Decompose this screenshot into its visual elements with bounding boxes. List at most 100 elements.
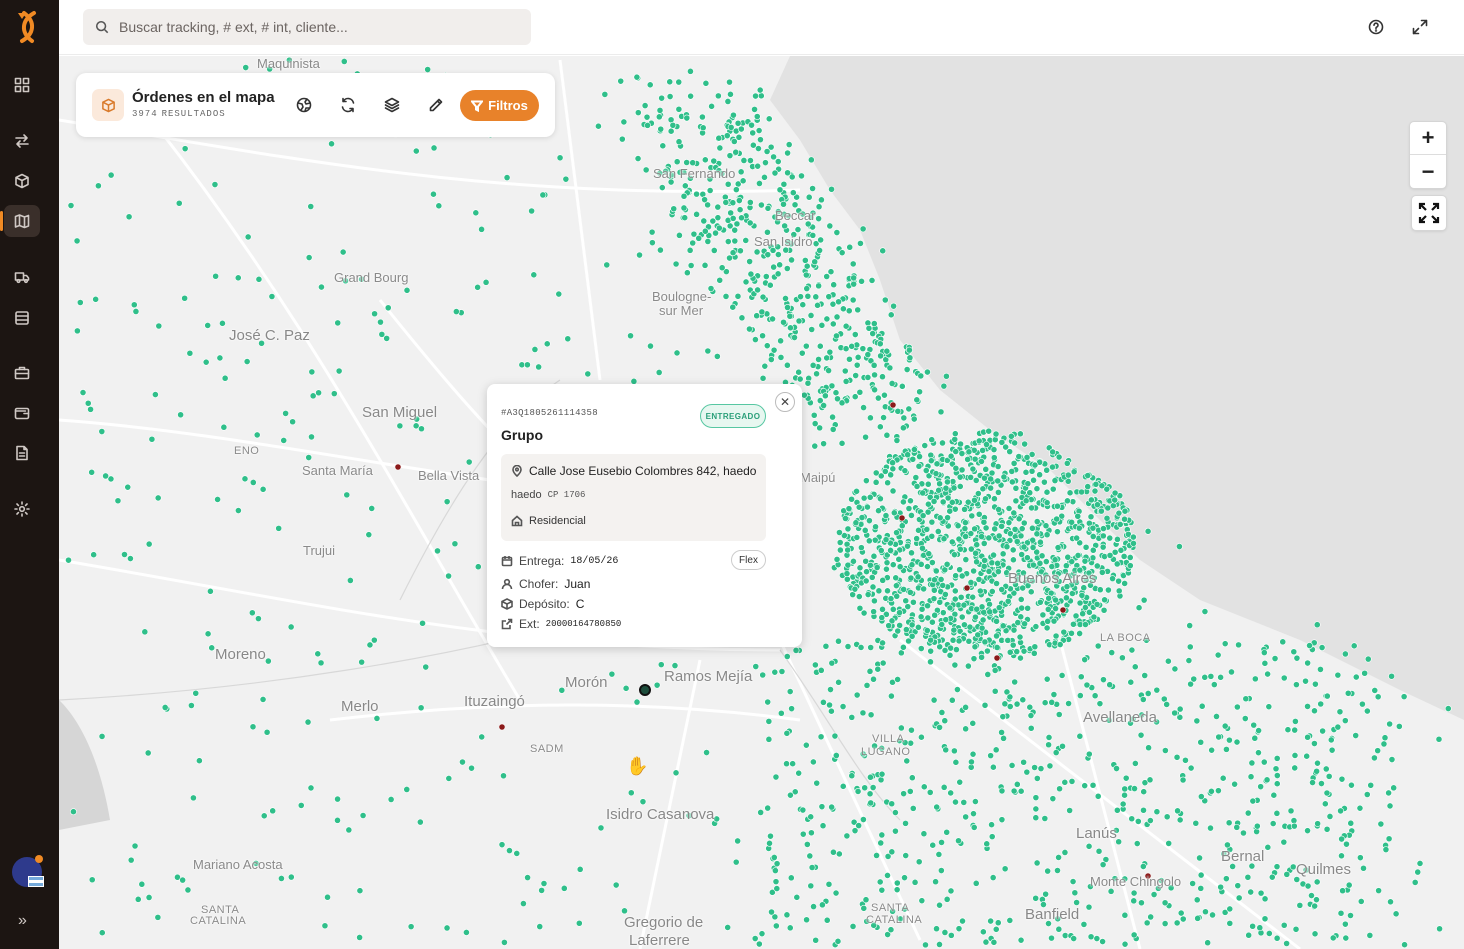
order-marker[interactable] — [1322, 765, 1330, 773]
order-marker[interactable] — [799, 806, 807, 814]
order-marker[interactable] — [1356, 804, 1364, 812]
order-marker[interactable] — [584, 370, 592, 378]
order-marker[interactable] — [886, 364, 894, 372]
order-marker[interactable] — [802, 271, 810, 279]
order-marker[interactable] — [957, 593, 965, 601]
order-marker[interactable] — [729, 249, 737, 257]
order-marker[interactable] — [535, 363, 543, 371]
order-marker[interactable] — [622, 684, 630, 692]
order-marker[interactable] — [608, 670, 616, 678]
order-marker[interactable] — [324, 893, 331, 901]
order-marker[interactable] — [1048, 934, 1055, 942]
order-marker[interactable] — [839, 305, 847, 313]
order-marker[interactable] — [1336, 708, 1344, 716]
order-marker[interactable] — [851, 393, 859, 401]
order-marker[interactable] — [859, 816, 867, 823]
order-marker[interactable] — [888, 800, 896, 808]
order-marker[interactable] — [575, 919, 583, 927]
order-marker[interactable] — [896, 621, 904, 629]
cluster-button[interactable] — [293, 94, 315, 116]
order-marker[interactable] — [961, 519, 969, 527]
order-marker[interactable] — [883, 431, 891, 439]
order-marker[interactable] — [878, 770, 886, 778]
order-marker[interactable] — [970, 810, 977, 818]
order-marker[interactable] — [889, 459, 897, 467]
order-marker[interactable] — [858, 514, 866, 521]
order-marker[interactable] — [1032, 623, 1040, 630]
order-marker[interactable] — [877, 839, 885, 847]
order-marker[interactable] — [895, 555, 903, 563]
order-marker[interactable] — [1111, 496, 1119, 504]
order-marker[interactable] — [979, 485, 987, 493]
order-marker[interactable] — [130, 301, 138, 309]
order-marker[interactable] — [1348, 781, 1355, 789]
order-marker[interactable] — [913, 482, 921, 490]
order-marker[interactable] — [1290, 822, 1298, 830]
order-marker[interactable] — [821, 392, 829, 400]
order-marker[interactable] — [763, 148, 771, 155]
order-marker[interactable] — [204, 322, 212, 329]
order-marker[interactable] — [950, 747, 958, 755]
order-marker[interactable] — [726, 152, 734, 160]
order-marker[interactable] — [1163, 813, 1171, 821]
order-marker[interactable] — [1075, 524, 1083, 532]
order-marker[interactable] — [815, 215, 823, 223]
order-marker[interactable] — [724, 924, 732, 931]
order-marker[interactable] — [1013, 538, 1021, 545]
order-marker[interactable] — [1122, 774, 1130, 782]
order-marker[interactable] — [702, 79, 710, 87]
order-marker[interactable] — [1371, 687, 1379, 694]
order-marker[interactable] — [330, 390, 338, 398]
order-marker[interactable] — [857, 644, 865, 651]
order-marker[interactable] — [1249, 797, 1257, 805]
order-marker[interactable] — [1061, 849, 1069, 856]
order-marker[interactable] — [1049, 448, 1057, 456]
order-marker[interactable] — [863, 681, 871, 689]
order-marker[interactable] — [971, 525, 979, 533]
order-marker[interactable] — [889, 465, 897, 473]
order-marker[interactable] — [1044, 605, 1052, 613]
order-marker[interactable] — [1261, 915, 1269, 923]
order-marker[interactable] — [951, 595, 959, 603]
order-marker[interactable] — [828, 185, 835, 193]
order-marker[interactable] — [817, 666, 825, 674]
order-marker[interactable] — [1061, 932, 1069, 939]
order-marker[interactable] — [899, 424, 907, 432]
sidebar-item-dashboard[interactable] — [4, 69, 40, 101]
order-marker[interactable] — [868, 277, 876, 284]
order-marker[interactable] — [906, 588, 914, 596]
order-marker[interactable] — [941, 591, 949, 598]
order-marker[interactable] — [1020, 519, 1028, 527]
order-marker[interactable] — [387, 796, 395, 803]
order-marker[interactable] — [424, 66, 432, 73]
order-marker[interactable] — [656, 106, 664, 114]
order-marker[interactable] — [1273, 809, 1281, 817]
order-marker[interactable] — [1052, 596, 1059, 604]
order-marker[interactable] — [835, 678, 842, 686]
order-marker[interactable] — [195, 757, 203, 765]
order-marker[interactable] — [898, 522, 906, 530]
order-marker[interactable] — [820, 440, 828, 448]
order-marker[interactable] — [648, 228, 656, 236]
order-marker[interactable] — [864, 503, 871, 511]
order-marker[interactable] — [768, 908, 775, 916]
order-marker[interactable] — [971, 643, 979, 651]
order-marker[interactable] — [962, 725, 970, 733]
order-marker[interactable] — [988, 588, 996, 595]
order-marker[interactable] — [383, 335, 391, 342]
order-marker[interactable] — [730, 138, 738, 145]
order-marker[interactable] — [819, 822, 827, 830]
order-marker[interactable] — [328, 140, 335, 148]
order-marker[interactable] — [866, 493, 874, 501]
sidebar-item-packages[interactable] — [4, 165, 40, 197]
order-marker[interactable] — [704, 347, 712, 355]
order-marker[interactable] — [1436, 925, 1443, 933]
order-marker[interactable] — [1386, 802, 1394, 810]
order-marker[interactable] — [1000, 734, 1007, 742]
order-marker[interactable] — [981, 557, 988, 564]
order-marker[interactable] — [809, 361, 817, 369]
order-marker[interactable] — [1005, 505, 1013, 512]
order-marker[interactable] — [1032, 814, 1040, 822]
order-marker[interactable] — [929, 841, 937, 849]
order-marker[interactable] — [202, 358, 210, 366]
